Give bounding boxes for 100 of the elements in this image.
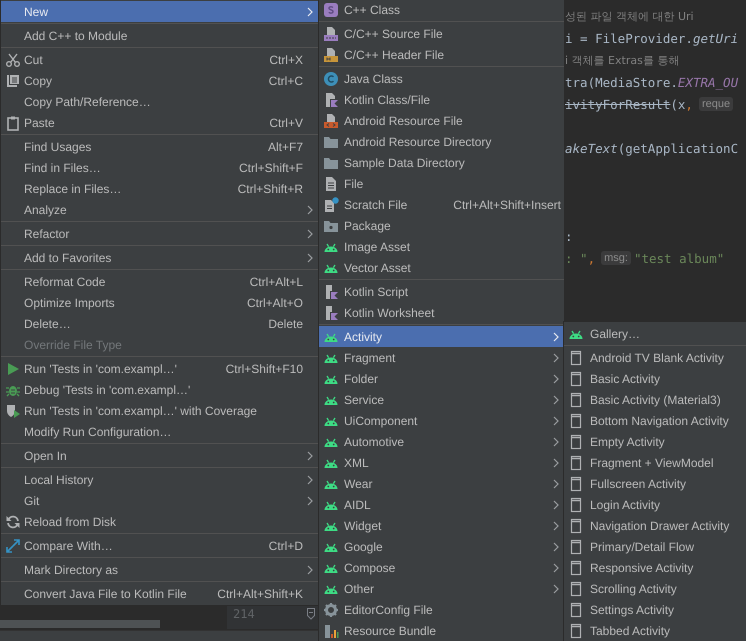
menu-item[interactable]: Add to Favorites [1,247,318,268]
menu-item[interactable]: Add C++ to Module [1,25,318,46]
chevron-icon [551,436,561,446]
fold-marker-icon[interactable] [307,608,315,620]
menu-item[interactable]: Fragment + ViewModel [564,452,746,473]
menu-item[interactable]: Mark Directory as [1,559,318,580]
menu-item[interactable]: EditorConfig File [319,599,564,620]
code-text: akeText [565,140,618,156]
menu-item[interactable]: C/C++ Header File [319,44,564,65]
menu-item[interactable]: Fullscreen Activity [564,473,746,494]
menu-item[interactable]: Tabbed Activity [564,620,746,641]
menu-item[interactable]: Vector Asset [319,257,564,278]
run-icon [5,360,21,376]
menu-item[interactable]: Kotlin Worksheet [319,302,564,323]
menu-item[interactable]: Primary/Detail Flow [564,536,746,557]
menu-item[interactable]: Login Activity [564,494,746,515]
menu-item[interactable]: Scratch File Ctrl+Alt+Shift+Insert [319,194,564,215]
chevron-icon [305,252,315,262]
menu-item[interactable]: Sample Data Directory [319,152,564,173]
menu-item[interactable]: Cut Ctrl+X [1,49,318,70]
menu-item[interactable]: Android Resource File [319,110,564,131]
menu-item[interactable]: Navigation Drawer Activity [564,515,746,536]
shortcut-label: Ctrl+X [269,52,303,66]
menu-item[interactable]: Automotive [319,431,564,452]
menu-item[interactable]: Java Class [319,68,564,89]
chevron-icon [551,500,561,510]
menu-item[interactable]: C++ Class [319,0,564,20]
menu-item[interactable]: Compare With… Ctrl+D [1,535,318,556]
menu-item[interactable]: Responsive Activity [564,557,746,578]
shortcut-label: Ctrl+Alt+L [250,274,303,288]
menu-item[interactable]: Gallery… [564,323,746,344]
menu-item[interactable]: Google [319,536,564,557]
menu-item[interactable]: Replace in Files… Ctrl+Shift+R [1,178,318,199]
menu-item[interactable]: Optimize Imports Ctrl+Alt+O [1,292,318,313]
menu-item[interactable]: Widget [319,515,564,536]
menu-item[interactable]: Copy Path/Reference… [1,91,318,112]
menu-item[interactable]: Bottom Navigation Activity [564,410,746,431]
menu-item[interactable]: Reload from Disk [1,511,318,532]
kotlin-script-icon [323,284,339,300]
menu-item[interactable]: Service [319,389,564,410]
compare-arrows-icon [5,538,21,554]
menu-item[interactable]: Reformat Code Ctrl+Alt+L [1,271,318,292]
menu-item[interactable]: Copy Ctrl+C [1,70,318,91]
menu-item[interactable]: XML [319,452,564,473]
clipboard-icon [5,114,21,130]
menu-item[interactable]: Empty Activity [564,431,746,452]
chevron-icon [551,458,561,468]
menu-item[interactable]: Kotlin Script [319,281,564,302]
code-text: (getApplicationC [618,140,738,156]
scrollbar-thumb[interactable] [0,620,160,628]
menu-item[interactable]: File [319,173,564,194]
menu-item[interactable]: Scrolling Activity [564,578,746,599]
menu-item[interactable]: Git [1,490,318,511]
menu-item[interactable]: AIDL [319,494,564,515]
menu-item[interactable]: Find in Files… Ctrl+Shift+F [1,157,318,178]
menu-item[interactable]: New [1,1,318,22]
menu-item[interactable]: Other [319,578,564,599]
menu-item[interactable]: Fragment [319,347,564,368]
reload-icon [5,514,21,530]
code-comment: 성된 파일 객체에 대한 Uri [565,8,694,24]
chevron-icon [305,496,315,506]
menu-item[interactable]: Package [319,215,564,236]
menu-item[interactable]: Image Asset [319,236,564,257]
gear-icon [323,602,339,618]
menu-item[interactable]: Folder [319,368,564,389]
layout-icon [568,412,584,428]
menu-item[interactable]: UiComponent [319,410,564,431]
menu-item[interactable]: Android Resource Directory [319,131,564,152]
menu-item[interactable]: Local History [1,469,318,490]
shield-run-icon [5,402,21,418]
menu-item[interactable]: Resource Bundle [319,620,564,641]
shortcut-label: Ctrl+V [269,116,303,130]
parameter-hint: msg: [601,251,631,265]
menu-item[interactable]: Kotlin Class/File [319,89,564,110]
menu-item[interactable]: Open In [1,445,318,466]
menu-item[interactable]: Modify Run Configuration… [1,421,318,442]
class-icon [323,70,339,86]
menu-item[interactable]: Basic Activity [564,368,746,389]
menu-item[interactable]: Wear [319,473,564,494]
menu-item[interactable]: Basic Activity (Material3) [564,389,746,410]
menu-item[interactable]: Compose [319,557,564,578]
code-text: i = FileProvider. [565,30,693,46]
menu-item[interactable]: Settings Activity [564,599,746,620]
menu-item[interactable]: C/C++ Source File [319,23,564,44]
menu-item[interactable]: Find Usages Alt+F7 [1,136,318,157]
menu-item[interactable]: Refactor [1,223,318,244]
menu-item[interactable]: Activity [319,326,564,347]
menu-item[interactable]: Delete… Delete [1,313,318,334]
menu-item[interactable]: Debug 'Tests in 'com.exampl…' [1,379,318,400]
resource-file-icon [323,112,339,128]
menu-item[interactable]: Convert Java File to Kotlin File Ctrl+Alt+Shift+K [1,583,318,604]
menu-item[interactable]: Paste Ctrl+V [1,112,318,133]
menu-item[interactable]: Run 'Tests in 'com.exampl…' Ctrl+Shift+F10 [1,358,318,379]
menu-item[interactable]: Run 'Tests in 'com.exampl…' with Coverage [1,400,318,421]
parameter-hint: reque [698,97,734,111]
menu-item[interactable]: Analyze [1,199,318,220]
shortcut-label: Ctrl+D [268,538,303,552]
layout-icon [568,602,584,618]
menu-item[interactable]: Android TV Blank Activity [564,347,746,368]
layout-icon [568,434,584,450]
